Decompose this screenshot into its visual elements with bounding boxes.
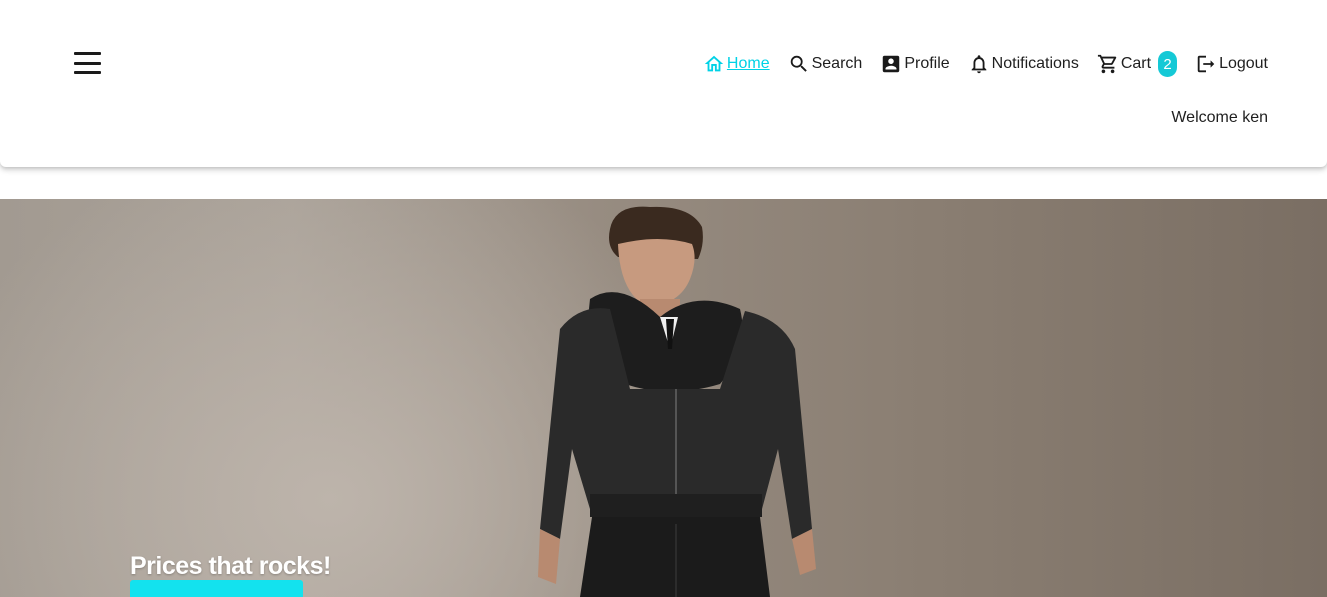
nav-notifications-link[interactable]: Notifications <box>968 53 1079 75</box>
nav-search-link[interactable]: Search <box>788 53 863 75</box>
cart-count-badge: 2 <box>1158 51 1178 77</box>
nav-home-link[interactable]: Home <box>703 53 770 75</box>
profile-icon <box>883 55 900 73</box>
hamburger-menu-icon[interactable] <box>74 52 102 74</box>
hero-banner: Prices that rocks! <box>0 199 1327 597</box>
nav-cart-label: Cart <box>1120 55 1152 72</box>
nav-logout-label: Logout <box>1219 55 1268 72</box>
nav-home-label: Home <box>726 55 770 72</box>
nav-profile-label: Profile <box>904 55 950 72</box>
logout-icon <box>1197 55 1215 73</box>
nav-cart-link[interactable]: Cart 2 <box>1097 51 1178 77</box>
bell-icon <box>971 55 987 74</box>
hero-model-image <box>538 206 816 597</box>
search-icon <box>790 55 807 72</box>
nav-search-label: Search <box>811 55 863 72</box>
cart-icon <box>1097 54 1117 74</box>
hero-title: Prices that rocks! <box>130 552 331 580</box>
nav-logout-link[interactable]: Logout <box>1195 53 1268 75</box>
main-nav: Home Search Profile Notifications Cart 2… <box>703 49 1268 79</box>
home-icon <box>704 55 724 72</box>
top-app-bar: Home Search Profile Notifications Cart 2… <box>0 0 1327 167</box>
nav-notifications-label: Notifications <box>991 55 1079 72</box>
welcome-message: Welcome ken <box>1171 109 1268 126</box>
nav-profile-link[interactable]: Profile <box>880 53 950 75</box>
hero-cta-button[interactable] <box>130 580 303 597</box>
